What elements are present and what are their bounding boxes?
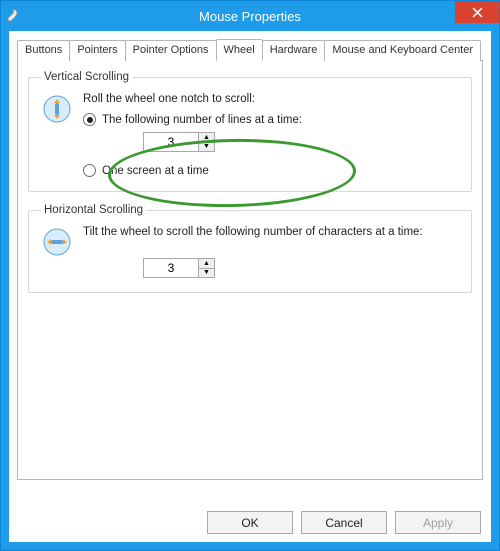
radio-screen-label: One screen at a time <box>102 165 209 177</box>
tab-hardware[interactable]: Hardware <box>262 40 326 61</box>
horizontal-scrolling-group: Horizontal Scrolling Tilt the wheel to s… <box>28 204 472 293</box>
tab-pointer-options[interactable]: Pointer Options <box>125 40 217 61</box>
lines-spinner-down[interactable]: ▼ <box>199 143 214 152</box>
vertical-instruction: Roll the wheel one notch to scroll: <box>83 93 461 105</box>
lines-spinner-up[interactable]: ▲ <box>199 133 214 143</box>
ok-button[interactable]: OK <box>207 511 293 534</box>
tab-mouse-keyboard-center[interactable]: Mouse and Keyboard Center <box>324 40 481 61</box>
apply-button[interactable]: Apply <box>395 511 481 534</box>
chars-spinner[interactable]: ▲ ▼ <box>143 258 215 278</box>
tab-pointers[interactable]: Pointers <box>69 40 125 61</box>
window-title: Mouse Properties <box>1 9 499 24</box>
chars-spinner-input[interactable] <box>144 259 198 277</box>
tab-panel-wheel: Vertical Scrolling Roll the wheel one no… <box>17 60 483 480</box>
chars-spinner-up[interactable]: ▲ <box>199 259 214 269</box>
mouse-properties-window: Mouse Properties Buttons Pointers Pointe… <box>0 0 500 551</box>
radio-lines-label: The following number of lines at a time: <box>102 114 302 126</box>
close-button[interactable] <box>455 1 499 23</box>
vertical-scrolling-legend: Vertical Scrolling <box>41 71 132 83</box>
tab-strip: Buttons Pointers Pointer Options Wheel H… <box>17 39 483 60</box>
dialog-content: Buttons Pointers Pointer Options Wheel H… <box>1 31 499 550</box>
cancel-button[interactable]: Cancel <box>301 511 387 534</box>
chars-spinner-down[interactable]: ▼ <box>199 269 214 278</box>
titlebar: Mouse Properties <box>1 1 499 31</box>
vertical-scrolling-group: Vertical Scrolling Roll the wheel one no… <box>28 71 472 192</box>
wheel-horizontal-icon <box>41 226 73 258</box>
radio-lines-row[interactable]: The following number of lines at a time: <box>83 113 461 126</box>
lines-spinner-input[interactable] <box>144 133 198 151</box>
wheel-vertical-icon <box>41 93 73 125</box>
horizontal-scrolling-legend: Horizontal Scrolling <box>41 204 146 216</box>
mouse-system-icon <box>7 7 25 25</box>
horizontal-instruction: Tilt the wheel to scroll the following n… <box>83 226 461 238</box>
tab-buttons[interactable]: Buttons <box>17 40 70 61</box>
radio-screen[interactable] <box>83 164 96 177</box>
radio-screen-row[interactable]: One screen at a time <box>83 164 461 177</box>
dialog-footer: OK Cancel Apply <box>207 511 481 534</box>
radio-lines[interactable] <box>83 113 96 126</box>
lines-spinner[interactable]: ▲ ▼ <box>143 132 215 152</box>
tab-wheel[interactable]: Wheel <box>216 39 263 61</box>
